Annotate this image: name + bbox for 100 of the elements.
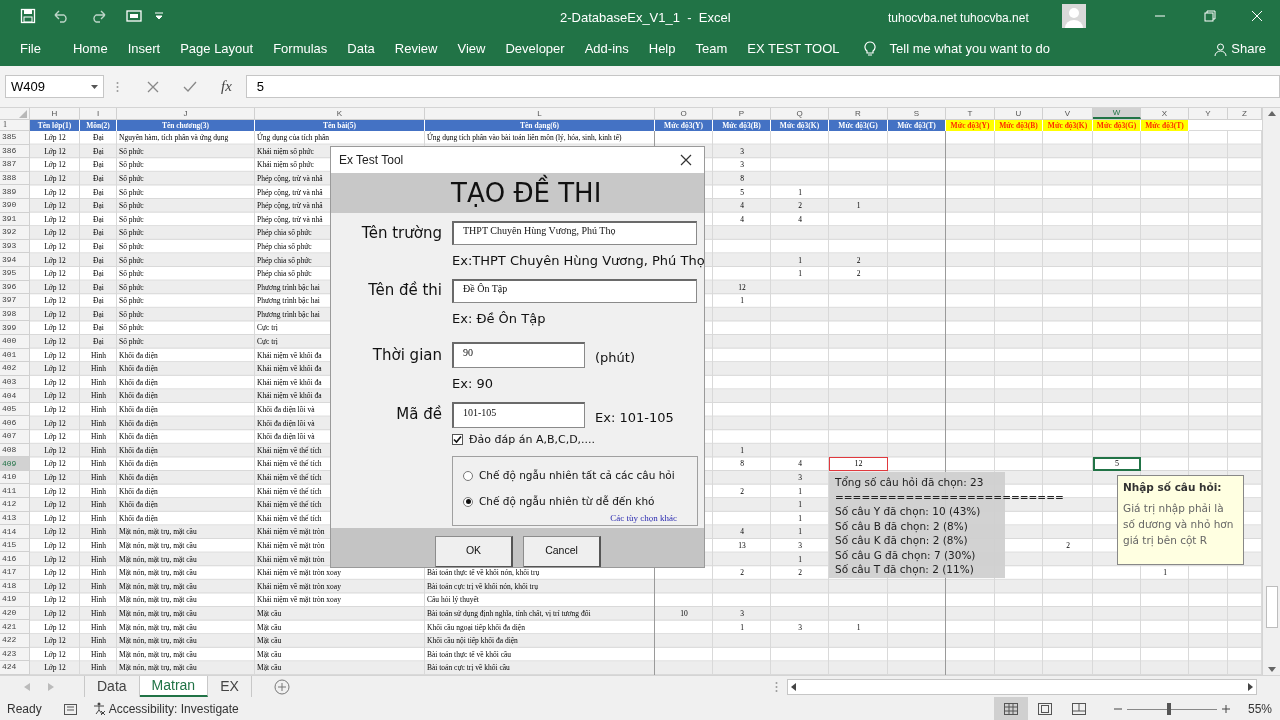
- column-header[interactable]: W: [1093, 108, 1141, 119]
- scroll-right-icon[interactable]: [1247, 682, 1253, 691]
- row-header[interactable]: 409: [0, 457, 30, 471]
- ribbon-tab[interactable]: EX TEST TOOL: [747, 39, 840, 59]
- scroll-down-icon[interactable]: [1267, 667, 1276, 672]
- text-field[interactable]: Đề Ôn Tập: [452, 278, 697, 303]
- ribbon-tab[interactable]: Developer: [505, 39, 565, 59]
- row-header[interactable]: 424: [0, 661, 30, 675]
- slider-thumb[interactable]: [1167, 702, 1172, 715]
- options-link[interactable]: Các tùy chọn khác: [610, 511, 677, 525]
- ribbon-tab[interactable]: Add-ins: [584, 39, 629, 59]
- scroll-up-icon[interactable]: [1267, 111, 1276, 116]
- close-icon[interactable]: [680, 154, 692, 166]
- summary-line: Số câu K đã chọn: 2 (8%): [835, 533, 968, 548]
- table-cell[interactable]: 5: [1093, 457, 1141, 471]
- ribbon-tab[interactable]: Data: [347, 39, 375, 59]
- text-field[interactable]: THPT Chuyên Hùng Vương, Phú Thọ: [452, 221, 697, 245]
- ribbon-tab[interactable]: View: [457, 39, 486, 59]
- ribbon-tab[interactable]: Insert: [127, 39, 161, 59]
- cancel-icon[interactable]: [147, 80, 159, 93]
- macro-record-icon[interactable]: [63, 702, 77, 715]
- radio-button[interactable]: [463, 470, 473, 481]
- tooltip-text: Giá trị nhập phải là số dương và nhỏ hơn giá trị bên cột R: [1123, 500, 1235, 548]
- row-header[interactable]: 402: [0, 362, 30, 376]
- row-header[interactable]: 414: [0, 525, 30, 539]
- zoom-in-icon[interactable]: [1221, 704, 1230, 713]
- row-header[interactable]: 417: [0, 566, 30, 580]
- radio-label[interactable]: Chế độ ngẫu nhiên từ dễ đến khó: [479, 493, 655, 510]
- column-header[interactable]: O: [655, 108, 713, 119]
- row-header[interactable]: 411: [0, 484, 30, 499]
- row-header[interactable]: 421: [0, 620, 30, 634]
- add-sheet-icon[interactable]: [273, 678, 290, 695]
- checkbox-box[interactable]: [452, 434, 463, 446]
- column-header[interactable]: X: [1141, 108, 1189, 119]
- undo-icon[interactable]: [52, 9, 70, 23]
- row-header[interactable]: 407: [0, 430, 30, 444]
- text-field[interactable]: 90: [452, 342, 585, 368]
- ribbon-tab[interactable]: File: [20, 39, 41, 59]
- dropdown-caret-icon[interactable]: [91, 84, 98, 89]
- ribbon-tab[interactable]: Review: [394, 39, 438, 59]
- accessibility-status[interactable]: Accessibility: Investigate: [92, 699, 239, 718]
- row-header[interactable]: 412: [0, 498, 30, 512]
- row-header[interactable]: 419: [0, 593, 30, 607]
- save-icon[interactable]: [20, 8, 36, 24]
- radio-button[interactable]: [463, 496, 473, 507]
- formula-input[interactable]: 5: [245, 75, 1280, 98]
- dialog-button[interactable]: Cancel: [523, 535, 601, 567]
- column-header[interactable]: S: [888, 108, 946, 119]
- column-header[interactable]: L: [425, 108, 655, 119]
- row-header[interactable]: 416: [0, 552, 30, 566]
- row-header[interactable]: 387: [0, 158, 30, 172]
- row-header[interactable]: 404: [0, 389, 30, 403]
- column-header[interactable]: Y: [1189, 108, 1228, 119]
- text-field[interactable]: 101-105: [452, 401, 585, 428]
- form-icon[interactable]: [126, 9, 142, 23]
- ribbon-tab[interactable]: Help: [648, 39, 676, 59]
- horizontal-scrollbar[interactable]: [786, 678, 1257, 695]
- row-header[interactable]: 385: [0, 131, 30, 145]
- row-header[interactable]: 397: [0, 294, 30, 308]
- column-header[interactable]: P: [713, 108, 771, 119]
- sheet-tab[interactable]: Matran: [139, 676, 209, 697]
- row-header[interactable]: 399: [0, 321, 30, 335]
- scroll-thumb[interactable]: [1265, 586, 1278, 628]
- row-header[interactable]: 392: [0, 226, 30, 240]
- redo-icon[interactable]: [90, 9, 108, 23]
- grip-icon[interactable]: [116, 80, 119, 93]
- radio-label[interactable]: Chế độ ngẫu nhiên tất cả các câu hỏi: [479, 468, 675, 484]
- check-icon[interactable]: [183, 80, 197, 93]
- lightbulb-icon[interactable]: [863, 41, 876, 57]
- row-header[interactable]: 406: [0, 416, 30, 431]
- column-header[interactable]: U: [995, 108, 1043, 119]
- ribbon-tab[interactable]: Page Layout: [180, 39, 254, 59]
- column-header[interactable]: Q: [771, 108, 829, 119]
- table-cell[interactable]: 12: [829, 457, 888, 471]
- zoom-slider[interactable]: [1126, 702, 1217, 715]
- normal-view-icon[interactable]: [993, 697, 1028, 720]
- row-header[interactable]: 394: [0, 253, 30, 267]
- name-box[interactable]: W409: [5, 75, 104, 98]
- ribbon-tab[interactable]: Home: [72, 39, 108, 59]
- zoom-level[interactable]: 55%: [1247, 699, 1272, 718]
- column-header[interactable]: I: [80, 108, 117, 119]
- restore-icon[interactable]: [1204, 10, 1216, 22]
- row-header[interactable]: 389: [0, 185, 30, 199]
- insert-function-button[interactable]: fx: [221, 75, 232, 98]
- column-header[interactable]: J: [117, 108, 255, 119]
- column-header[interactable]: T: [946, 108, 995, 119]
- checkbox-label[interactable]: Đảo đáp án A,B,C,D,....: [469, 431, 596, 448]
- ribbon-tab[interactable]: Team: [695, 39, 728, 59]
- grip-icon[interactable]: [774, 680, 778, 693]
- dialog-button[interactable]: OK: [435, 535, 513, 567]
- scroll-left-icon[interactable]: [790, 682, 796, 691]
- column-header[interactable]: H: [30, 108, 80, 119]
- column-header[interactable]: R: [829, 108, 888, 119]
- share-button[interactable]: Share: [1214, 39, 1266, 59]
- row-header[interactable]: 1: [0, 120, 30, 131]
- ribbon-tab[interactable]: Formulas: [273, 39, 328, 59]
- tell-me-search[interactable]: Tell me what you want to do: [889, 39, 1050, 59]
- customize-caret-icon[interactable]: [154, 12, 164, 20]
- column-header[interactable]: K: [255, 108, 425, 119]
- vertical-scrollbar[interactable]: [1262, 108, 1280, 675]
